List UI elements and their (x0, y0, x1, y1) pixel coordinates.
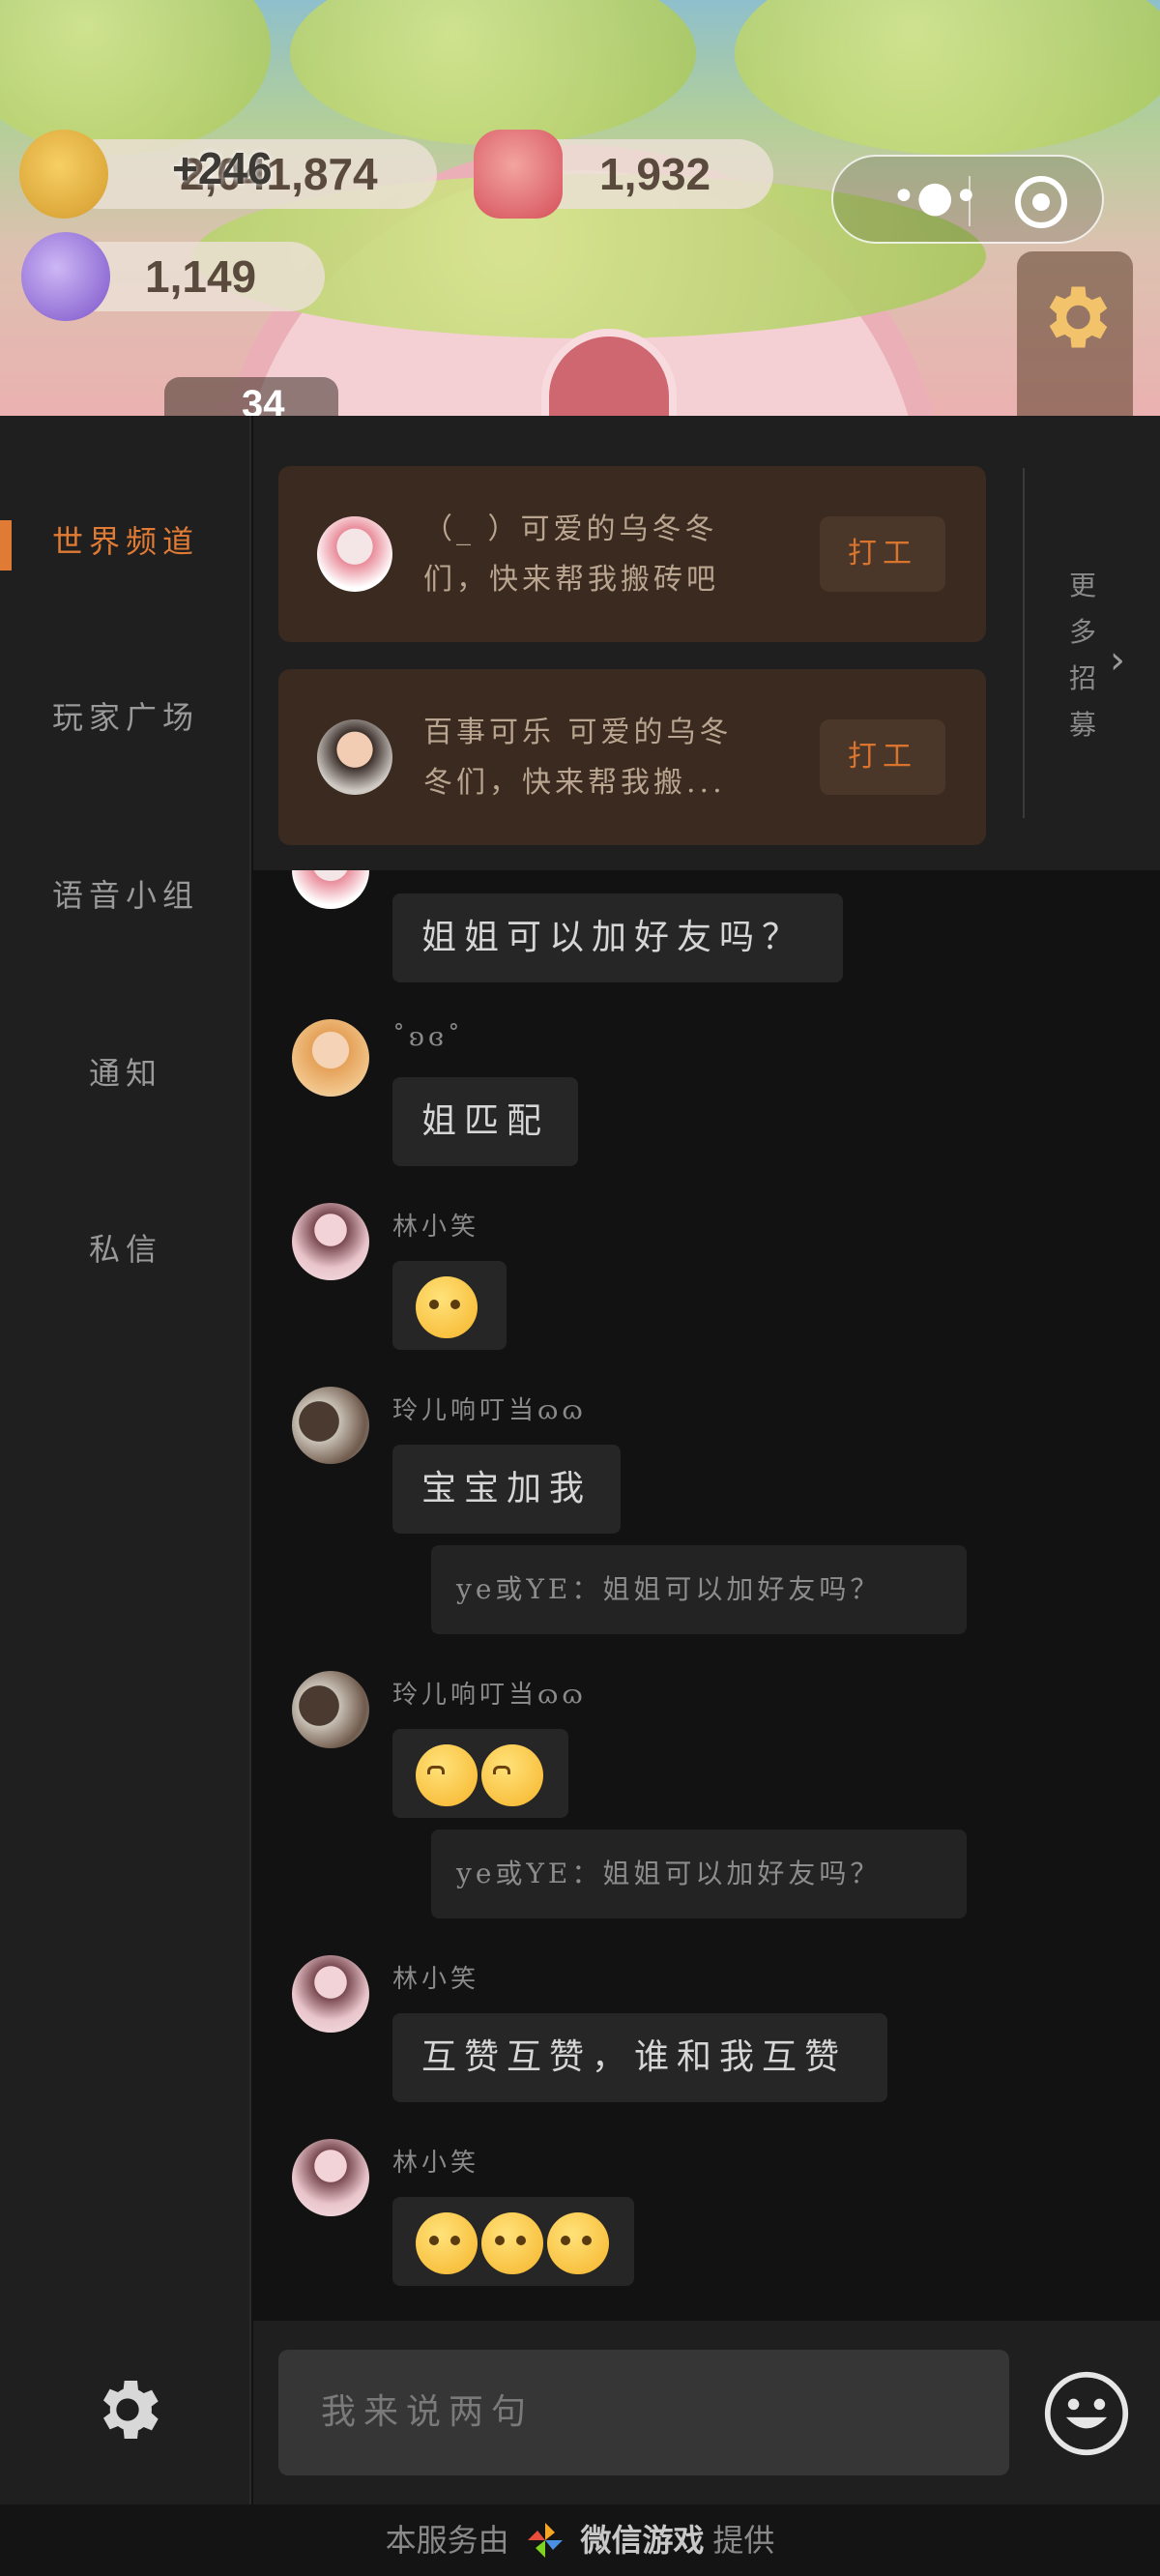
message-bubble (392, 2197, 634, 2286)
coin-icon (19, 130, 108, 219)
sender-name: 玲儿响叮当ɷɷ (392, 1396, 587, 1425)
message-bubble: 姐匹配 (392, 1077, 578, 1166)
sidebar-item-label: 玩家广场 (51, 699, 199, 736)
avatar (317, 516, 392, 592)
quoted-message: ye或YE：姐姐可以加好友吗？ (431, 1830, 967, 1918)
gem-counter: 1,932 (474, 130, 773, 219)
avatar[interactable] (292, 1671, 369, 1748)
gem-value: 1,932 (599, 149, 711, 199)
more-recruit-link[interactable]: 更多招募 (1063, 563, 1102, 748)
avatar[interactable] (292, 1203, 369, 1280)
game-banner: +246 2,041,874 1,932 1,149 34 •●• (0, 0, 1160, 416)
channel-sidebar: 世界频道 玩家广场 语音小组 通知 私信 (0, 416, 251, 2504)
footer-suffix: 提供 (712, 2523, 775, 2558)
message-bubble: 互赞互赞，谁和我互赞 (392, 2013, 887, 2102)
avatar[interactable] (292, 1387, 369, 1464)
recruit-divider (1023, 468, 1025, 818)
chevron-right-icon[interactable]: › (1110, 638, 1125, 683)
avatar[interactable] (292, 1019, 369, 1097)
game-settings-button[interactable] (1017, 251, 1133, 416)
kiss-emoji-icon (481, 1744, 543, 1806)
sidebar-item-voice-group[interactable]: 语音小组 (0, 857, 251, 934)
sidebar-item-notifications[interactable]: 通知 (0, 1035, 251, 1112)
avatar[interactable] (292, 1955, 369, 2033)
crystal-icon (21, 232, 110, 321)
close-mini-program-button[interactable] (1015, 176, 1067, 228)
smiley-emoji-icon[interactable] (1042, 2369, 1131, 2458)
coin-counter: +246 2,041,874 (19, 130, 437, 219)
coin-delta: +246 (172, 143, 273, 193)
sender-name: ˚ʚɞ˚ (392, 1023, 464, 1052)
message-bubble: 宝宝加我 (392, 1445, 621, 1534)
sender-name: 玲儿响叮当ɷɷ (392, 1681, 587, 1710)
eye-pointing-emoji-icon (416, 1276, 478, 1338)
avatar (292, 870, 369, 909)
sidebar-item-player-plaza[interactable]: 玩家广场 (0, 679, 251, 756)
sidebar-item-label: 世界频道 (51, 523, 199, 560)
eye-pointing-emoji-icon (547, 2212, 609, 2274)
settings-gear-icon[interactable] (89, 2371, 166, 2448)
level-badge: 34 (164, 377, 338, 416)
kiss-emoji-icon (416, 1744, 478, 1806)
chat-feed[interactable]: 姐姐可以加好友吗？ ˚ʚɞ˚ 姐匹配 林小笑 玲儿响叮当ɷɷ 宝宝加我 ye或Y… (253, 870, 1160, 2321)
sidebar-item-label: 私信 (88, 1231, 162, 1268)
footer-prefix: 本服务由 (385, 2523, 509, 2558)
avatar[interactable] (292, 2139, 369, 2216)
mini-program-capsule: •●• (831, 155, 1104, 244)
recruit-text: （_ ）可爱的乌冬冬们，快来帮我搬砖吧 (423, 512, 719, 597)
recruit-card[interactable]: 百事可乐 可爱的乌冬冬们，快来帮我搬... 打工 (278, 669, 986, 845)
sidebar-item-private-messages[interactable]: 私信 (0, 1211, 251, 1288)
quoted-message: ye或YE：姐姐可以加好友吗？ (431, 1545, 967, 1634)
avatar (317, 719, 392, 795)
work-button[interactable]: 打工 (820, 516, 945, 592)
sidebar-item-label: 通知 (88, 1055, 162, 1092)
eye-pointing-emoji-icon (416, 2212, 478, 2274)
crystal-value: 1,149 (145, 251, 257, 302)
sidebar-item-world-channel[interactable]: 世界频道 (0, 503, 251, 580)
message-bubble: 姐姐可以加好友吗？ (392, 893, 843, 982)
active-indicator (0, 520, 12, 571)
sender-name: 林小笑 (392, 1965, 480, 1994)
message-bubble (392, 1261, 507, 1350)
sender-name: 林小笑 (392, 2149, 480, 2178)
recruit-text: 百事可乐 可爱的乌冬冬们，快来帮我搬... (423, 716, 733, 800)
eye-pointing-emoji-icon (481, 2212, 543, 2274)
level-value: 34 (242, 383, 285, 416)
chat-input[interactable]: 我来说两句 (278, 2350, 1009, 2475)
recruit-card[interactable]: （_ ）可爱的乌冬冬们，快来帮我搬砖吧 打工 (278, 466, 986, 642)
gem-icon (474, 130, 563, 219)
more-options-button[interactable]: •●• (891, 176, 978, 224)
crystal-counter: 1,149 (21, 232, 325, 321)
service-footer: 本服务由 微信游戏 提供 (0, 2504, 1160, 2576)
sidebar-item-label: 语音小组 (51, 877, 199, 914)
gear-icon (1049, 286, 1108, 348)
message-bubble (392, 1729, 568, 1818)
wechat-game-logo-icon (527, 2522, 563, 2558)
work-button[interactable]: 打工 (820, 719, 945, 795)
sender-name: 林小笑 (392, 1213, 480, 1242)
footer-brand: 微信游戏 (580, 2523, 705, 2558)
